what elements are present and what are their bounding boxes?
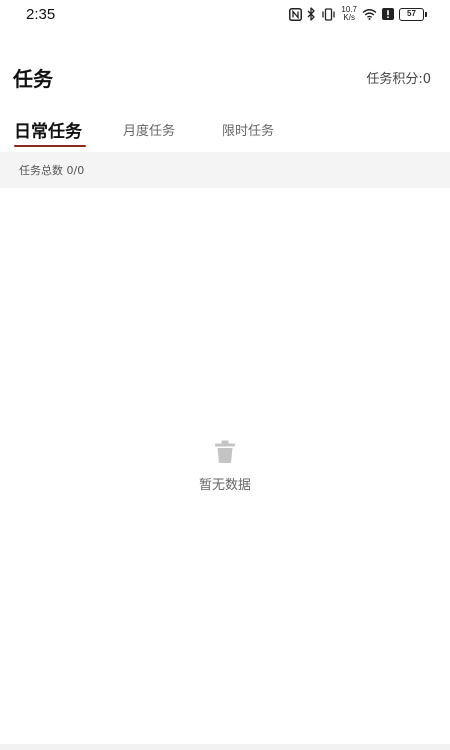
net-speed-unit: K/s [343, 13, 355, 22]
net-speed: 10.7 K/s [341, 6, 357, 22]
nfc-icon [289, 6, 303, 22]
tab-limited-tasks[interactable]: 限时任务 [222, 110, 274, 148]
empty-state-text: 暂无数据 [198, 478, 251, 493]
task-score: 任务积分:0 [366, 71, 431, 87]
tab-monthly-tasks[interactable]: 月度任务 [123, 110, 175, 148]
trash-icon [215, 440, 235, 463]
bottom-divider [0, 744, 450, 750]
page-header: 任务 任务积分:0 [0, 60, 450, 94]
status-icons: 10.7 K/s 57 [289, 4, 427, 24]
active-tab-indicator [14, 145, 86, 147]
page-title: 任务 [13, 66, 53, 91]
tab-daily-tasks[interactable]: 日常任务 [14, 110, 82, 148]
task-total-count: 任务总数 0/0 [19, 164, 85, 177]
task-summary-bar: 任务总数 0/0 [0, 152, 450, 188]
task-screen: 2:35 10.7 K/s 57 任务 任务积分:0 日常任务 月度任务 限时任… [0, 0, 450, 750]
wifi-icon [362, 6, 377, 22]
status-time: 2:35 [26, 5, 56, 23]
alert-icon [382, 6, 394, 22]
bluetooth-icon [307, 6, 316, 22]
vibrate-icon [321, 6, 336, 22]
status-bar: 2:35 10.7 K/s 57 [0, 0, 450, 28]
empty-state: 暂无数据 [0, 440, 450, 493]
battery-icon: 57 [399, 7, 427, 21]
